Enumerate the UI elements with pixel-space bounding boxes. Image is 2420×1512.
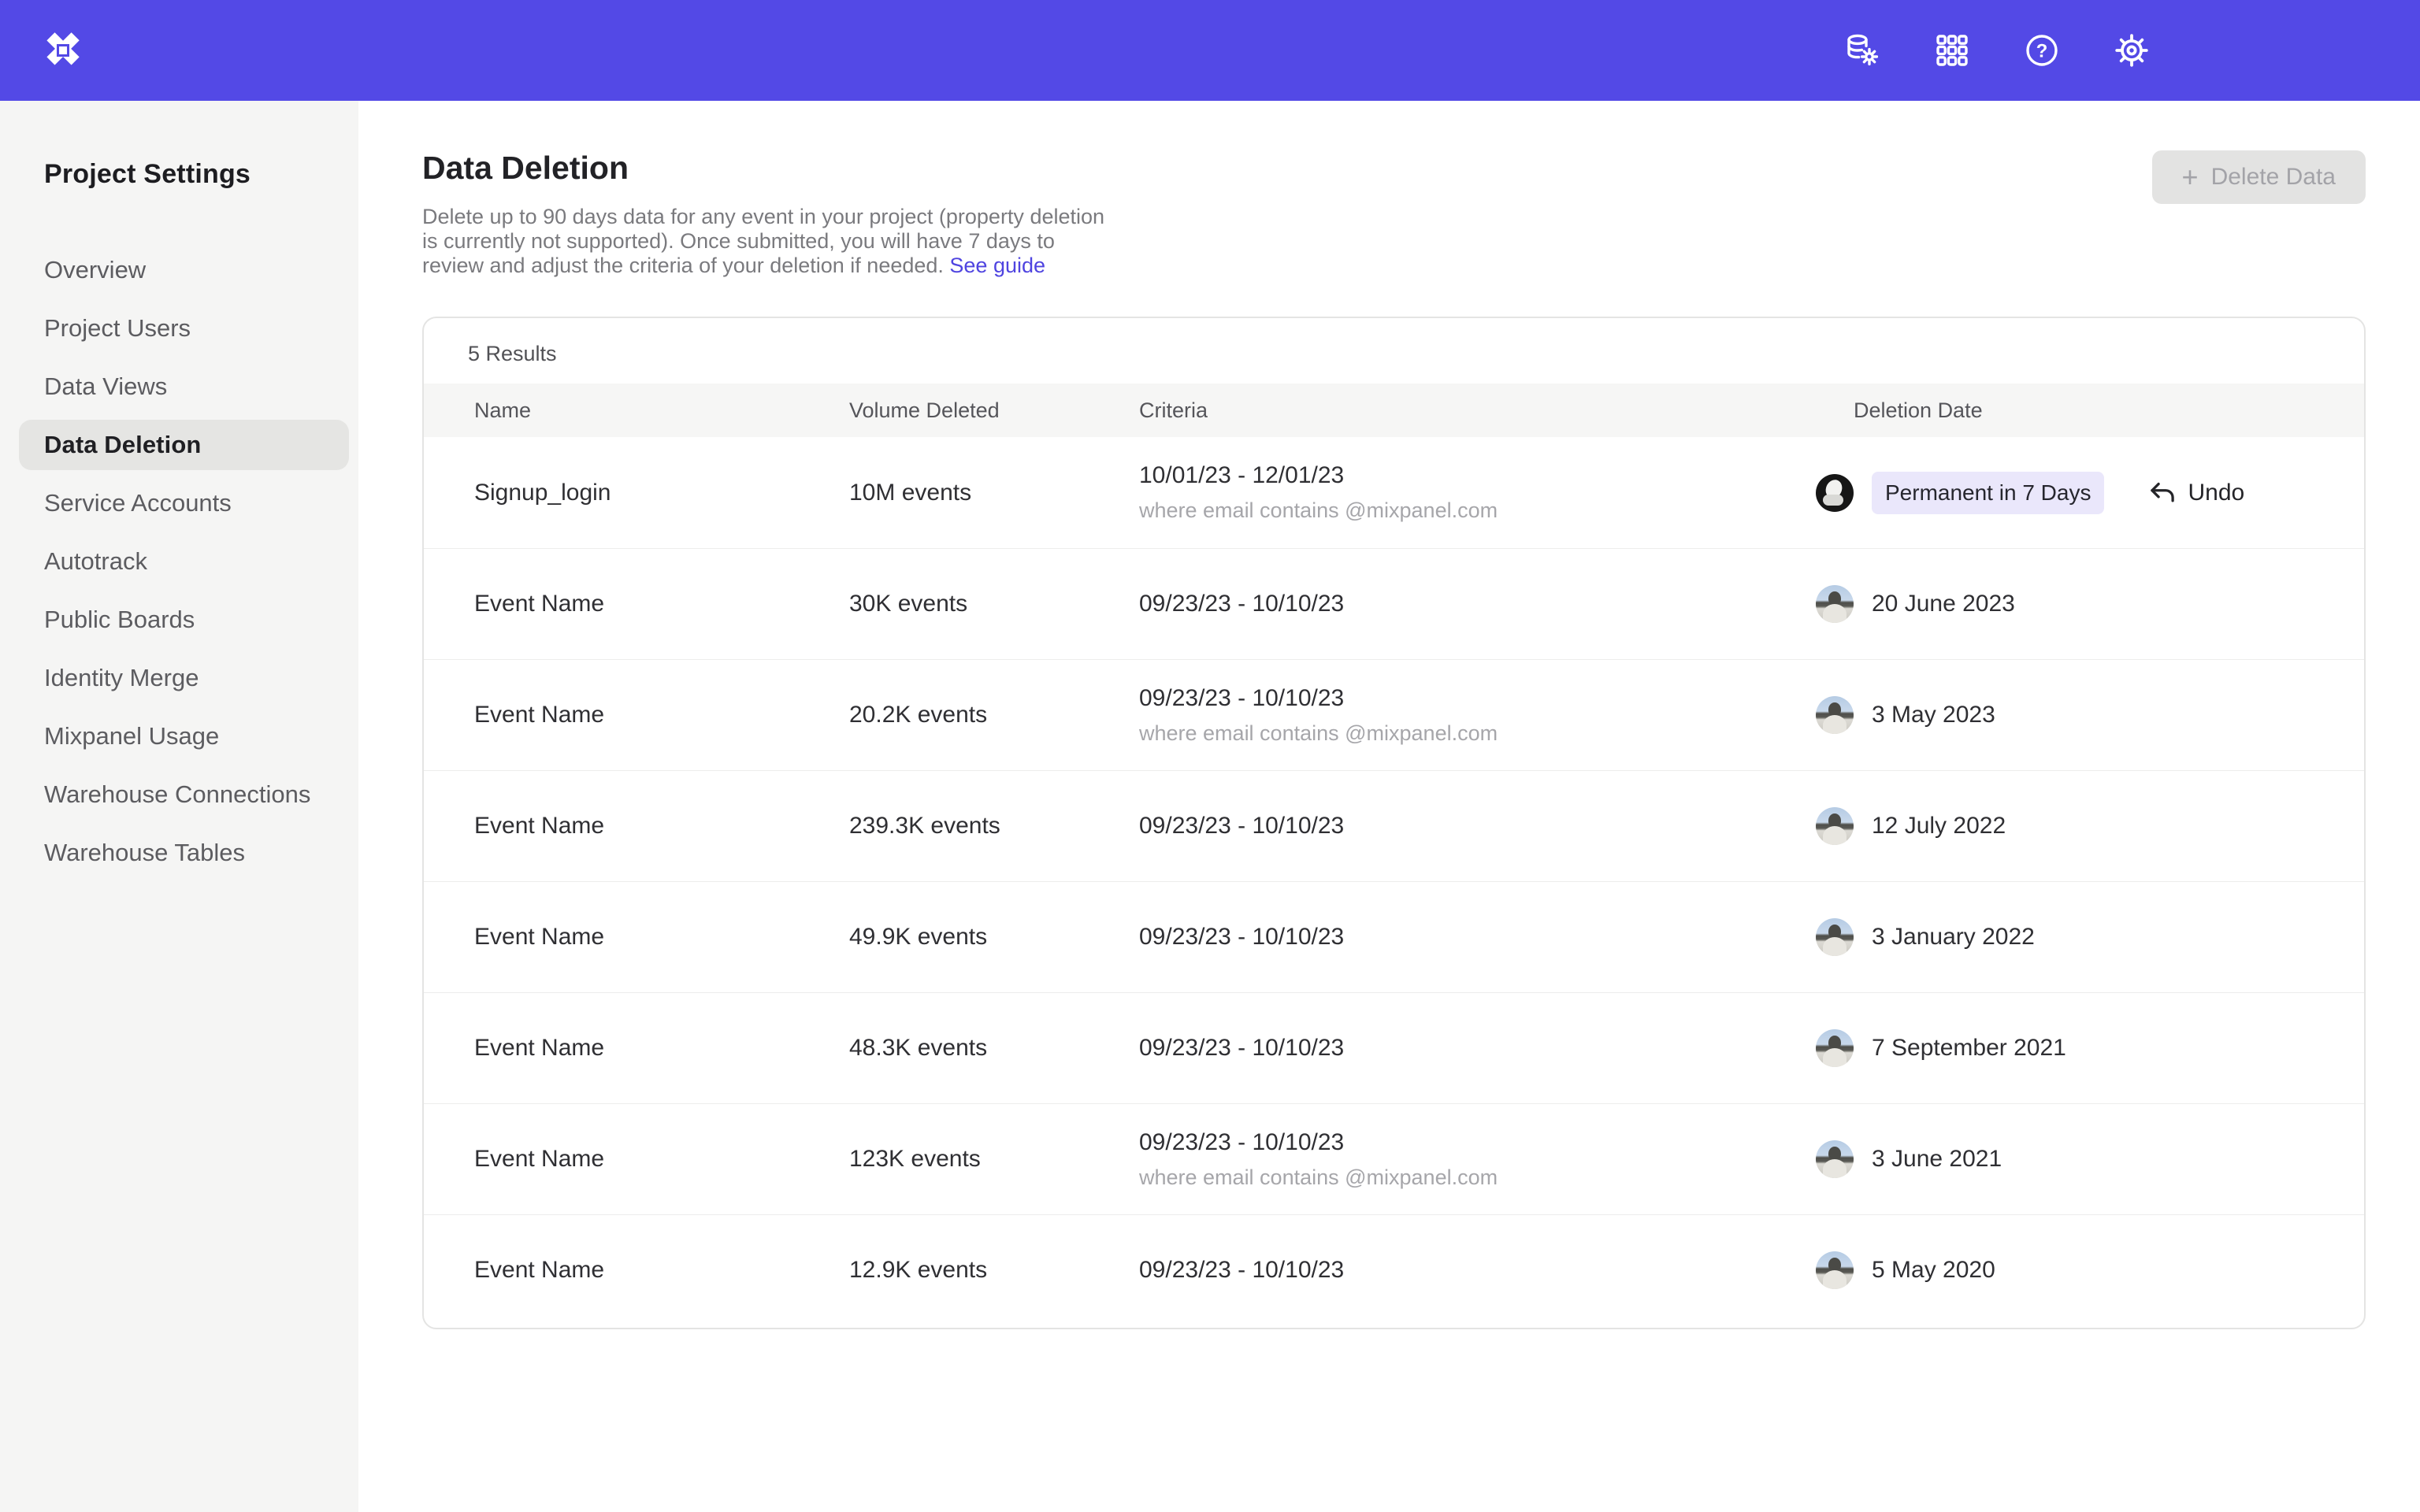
deletion-date-label: 3 June 2021: [1872, 1146, 2002, 1173]
deletion-date-label: 3 May 2023: [1872, 702, 1995, 728]
deletion-date-label: 3 January 2022: [1872, 924, 2035, 951]
deletion-table-card: 5 Results Name Volume Deleted Criteria D…: [422, 317, 2366, 1329]
sidebar-item-overview[interactable]: Overview: [0, 241, 358, 299]
see-guide-link[interactable]: See guide: [949, 254, 1045, 277]
volume-deleted-cell: 49.9K events: [849, 924, 1139, 951]
user-avatar: [1816, 696, 1854, 734]
mixpanel-logo[interactable]: ✖: [41, 28, 85, 72]
event-name-cell: Event Name: [424, 702, 849, 728]
criteria-cell: 09/23/23 - 10/10/23: [1139, 591, 1816, 617]
user-avatar: [1816, 1029, 1854, 1067]
user-avatar: [1816, 807, 1854, 845]
event-name-cell: Event Name: [424, 1035, 849, 1062]
criteria-cell: 09/23/23 - 10/10/23: [1139, 1035, 1816, 1062]
table-row: Event Name 12.9K events 09/23/23 - 10/10…: [424, 1214, 2364, 1325]
sidebar-item-service-accounts[interactable]: Service Accounts: [0, 474, 358, 532]
sidebar-title: Project Settings: [44, 159, 358, 190]
delete-data-button[interactable]: + Delete Data: [2152, 150, 2366, 204]
deletion-date-label: 5 May 2020: [1872, 1257, 1995, 1284]
sidebar-item-mixpanel-usage[interactable]: Mixpanel Usage: [0, 707, 358, 765]
sidebar-nav: OverviewProject UsersData ViewsData Dele…: [0, 241, 358, 882]
sidebar-item-public-boards[interactable]: Public Boards: [0, 591, 358, 649]
user-avatar: [1816, 585, 1854, 623]
column-header-criteria: Criteria: [1139, 398, 1816, 423]
criteria-cell: 09/23/23 - 10/10/23: [1139, 813, 1816, 839]
help-icon[interactable]: ?: [2023, 32, 2061, 69]
criteria-cell: 09/23/23 - 10/10/23 where email contains…: [1139, 1129, 1816, 1190]
volume-deleted-cell: 123K events: [849, 1146, 1139, 1173]
top-navigation-bar: ✖ ?: [0, 0, 2420, 101]
table-row: Event Name 30K events 09/23/23 - 10/10/2…: [424, 548, 2364, 659]
volume-deleted-cell: 12.9K events: [849, 1257, 1139, 1284]
criteria-cell: 09/23/23 - 10/10/23: [1139, 924, 1816, 951]
table-row: Event Name 239.3K events 09/23/23 - 10/1…: [424, 770, 2364, 881]
user-avatar: [1816, 918, 1854, 956]
user-avatar: [1816, 1251, 1854, 1289]
deletion-date-cell: 3 May 2023: [1816, 696, 2364, 734]
undo-arrow-icon: [2148, 480, 2177, 506]
main-content: Data Deletion Delete up to 90 days data …: [358, 101, 2420, 1512]
event-name-cell: Event Name: [424, 813, 849, 839]
sidebar-item-warehouse-tables[interactable]: Warehouse Tables: [0, 824, 358, 882]
status-badge: Permanent in 7 Days: [1872, 472, 2104, 514]
sidebar-item-data-views[interactable]: Data Views: [0, 358, 358, 416]
criteria-cell: 10/01/23 - 12/01/23 where email contains…: [1139, 462, 1816, 523]
results-count: 5 Results: [468, 342, 557, 366]
criteria-subtext: where email contains @mixpanel.com: [1139, 1166, 1816, 1190]
criteria-cell: 09/23/23 - 10/10/23 where email contains…: [1139, 685, 1816, 746]
table-row: Event Name 20.2K events 09/23/23 - 10/10…: [424, 659, 2364, 770]
deletion-date-label: 12 July 2022: [1872, 813, 2006, 839]
table-row: Event Name 48.3K events 09/23/23 - 10/10…: [424, 992, 2364, 1103]
svg-text:?: ?: [2036, 40, 2048, 61]
topbar-icon-group: ?: [1843, 0, 2151, 101]
page-description: Delete up to 90 days data for any event …: [422, 205, 1122, 278]
deletion-date-cell: 3 January 2022: [1816, 918, 2364, 956]
event-name-cell: Event Name: [424, 1146, 849, 1173]
deletion-date-label: 20 June 2023: [1872, 591, 2015, 617]
criteria-subtext: where email contains @mixpanel.com: [1139, 721, 1816, 746]
data-management-icon[interactable]: [1843, 32, 1881, 69]
column-header-volume: Volume Deleted: [849, 398, 1139, 423]
event-name-cell: Event Name: [424, 591, 849, 617]
deletion-date-cell: 7 September 2021: [1816, 1029, 2364, 1067]
sidebar-item-autotrack[interactable]: Autotrack: [0, 532, 358, 591]
event-name-cell: Signup_login: [424, 480, 849, 506]
deletion-date-cell: 5 May 2020: [1816, 1251, 2364, 1289]
user-avatar: [1816, 474, 1854, 512]
sidebar-item-project-users[interactable]: Project Users: [0, 299, 358, 358]
table-row: Signup_login 10M events 10/01/23 - 12/01…: [424, 437, 2364, 548]
user-avatar: [1816, 1140, 1854, 1178]
deletion-date-cell: 20 June 2023: [1816, 585, 2364, 623]
deletion-date-label: 7 September 2021: [1872, 1035, 2066, 1062]
table-row: Event Name 123K events 09/23/23 - 10/10/…: [424, 1103, 2364, 1214]
page-title: Data Deletion: [422, 150, 629, 187]
volume-deleted-cell: 48.3K events: [849, 1035, 1139, 1062]
apps-grid-icon[interactable]: [1933, 32, 1971, 69]
deletion-date-cell: Permanent in 7 Days Undo: [1816, 472, 2364, 514]
event-name-cell: Event Name: [424, 924, 849, 951]
plus-icon: +: [2182, 163, 2199, 191]
volume-deleted-cell: 20.2K events: [849, 702, 1139, 728]
table-body: Signup_login 10M events 10/01/23 - 12/01…: [424, 437, 2364, 1325]
settings-gear-icon[interactable]: [2113, 32, 2151, 69]
sidebar-item-warehouse-connections[interactable]: Warehouse Connections: [0, 765, 358, 824]
criteria-cell: 09/23/23 - 10/10/23: [1139, 1257, 1816, 1284]
table-header-row: Name Volume Deleted Criteria Deletion Da…: [424, 384, 2364, 437]
settings-sidebar: Project Settings OverviewProject UsersDa…: [0, 101, 358, 1512]
table-row: Event Name 49.9K events 09/23/23 - 10/10…: [424, 881, 2364, 992]
event-name-cell: Event Name: [424, 1257, 849, 1284]
deletion-date-cell: 3 June 2021: [1816, 1140, 2364, 1178]
criteria-subtext: where email contains @mixpanel.com: [1139, 498, 1816, 523]
column-header-name: Name: [424, 398, 849, 423]
sidebar-item-data-deletion[interactable]: Data Deletion: [19, 420, 349, 470]
volume-deleted-cell: 30K events: [849, 591, 1139, 617]
volume-deleted-cell: 239.3K events: [849, 813, 1139, 839]
column-header-deletion-date: Deletion Date: [1816, 398, 2364, 423]
deletion-date-cell: 12 July 2022: [1816, 807, 2364, 845]
sidebar-item-identity-merge[interactable]: Identity Merge: [0, 649, 358, 707]
volume-deleted-cell: 10M events: [849, 480, 1139, 506]
undo-button[interactable]: Undo: [2148, 480, 2244, 506]
